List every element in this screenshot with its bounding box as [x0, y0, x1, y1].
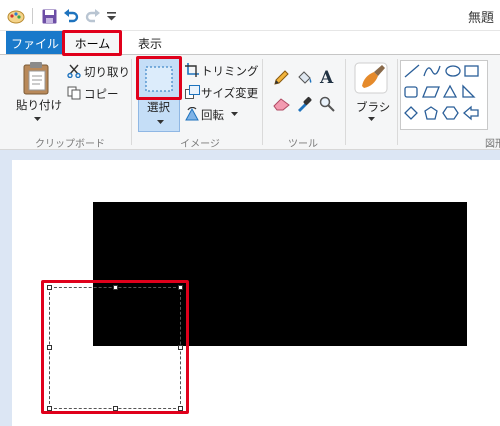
svg-text:A: A [319, 68, 334, 86]
ribbon-tab-bar: ファイル ホーム 表示 [0, 31, 500, 55]
selection-handle[interactable] [113, 285, 118, 290]
shapes-gallery[interactable] [400, 60, 488, 130]
clipboard-group-label: クリップボード [35, 139, 105, 150]
selection-handle[interactable] [47, 406, 52, 411]
paste-dropdown-icon[interactable] [32, 115, 42, 123]
cut-button[interactable]: 切り取り [84, 64, 130, 80]
tab-file[interactable]: ファイル [6, 31, 64, 55]
ribbon-home: 貼り付け 切り取り コピー クリップボード 選択 トリミング サイズ変更 回転 … [0, 54, 500, 150]
canvas-area [0, 150, 500, 426]
resize-icon[interactable] [184, 84, 200, 100]
redo-icon[interactable] [84, 7, 102, 25]
select-dropdown-icon[interactable] [155, 118, 165, 126]
paint-app-icon[interactable] [6, 7, 26, 25]
selection-handle[interactable] [178, 406, 183, 411]
resize-button[interactable]: サイズ変更 [201, 85, 258, 101]
pencil-icon[interactable] [272, 69, 290, 87]
scissors-icon[interactable] [66, 63, 82, 79]
save-icon[interactable] [40, 7, 58, 25]
selection-handle[interactable] [47, 345, 52, 350]
fill-icon[interactable] [295, 69, 313, 87]
brush-icon[interactable] [353, 61, 389, 95]
tab-view[interactable]: 表示 [127, 31, 173, 55]
text-icon[interactable]: A [318, 67, 336, 87]
title-bar: 無題 [0, 0, 500, 31]
paste-icon[interactable] [20, 61, 52, 95]
qat-separator [30, 7, 34, 25]
group-separator [397, 59, 398, 145]
tab-home[interactable]: ホーム [63, 31, 122, 55]
color-picker-icon[interactable] [295, 95, 313, 113]
selection-handle[interactable] [178, 345, 183, 350]
crop-button[interactable]: トリミング [201, 63, 259, 79]
undo-icon[interactable] [62, 7, 80, 25]
customize-qat-icon[interactable] [104, 7, 118, 25]
copy-icon[interactable] [66, 85, 82, 101]
selection-handle[interactable] [47, 285, 52, 290]
crop-icon[interactable] [184, 62, 200, 78]
eraser-icon[interactable] [272, 95, 290, 113]
selection-rectangle[interactable] [47, 285, 183, 411]
selection-handle[interactable] [178, 285, 183, 290]
selection-handle[interactable] [113, 406, 118, 411]
group-separator [262, 59, 263, 145]
rotate-icon[interactable] [184, 106, 200, 122]
magnifier-icon[interactable] [318, 95, 336, 113]
rotate-dropdown-icon[interactable] [229, 110, 239, 118]
drawing-canvas[interactable] [12, 160, 500, 426]
copy-button[interactable]: コピー [84, 86, 119, 102]
shapes-group-label: 図形 [485, 139, 500, 150]
select-rectangle-icon[interactable] [144, 65, 174, 93]
select-button-label[interactable]: 選択 [147, 99, 170, 115]
brush-button-label[interactable]: ブラシ [356, 99, 390, 115]
rotate-button[interactable]: 回転 [201, 107, 224, 123]
window-title: 無題 [467, 11, 494, 26]
group-separator [131, 59, 132, 145]
paste-button-label[interactable]: 貼り付け [16, 97, 62, 113]
group-separator [345, 59, 346, 145]
tools-group-label: ツール [288, 139, 318, 150]
brush-dropdown-icon[interactable] [366, 115, 376, 123]
image-group-label: イメージ [180, 139, 220, 150]
